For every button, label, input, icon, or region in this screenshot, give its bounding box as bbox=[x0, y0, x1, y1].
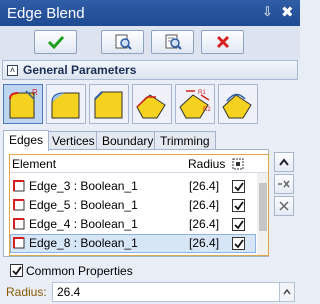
radius-input[interactable] bbox=[52, 282, 280, 302]
edge-icon bbox=[13, 199, 25, 211]
edge-icon bbox=[13, 180, 25, 192]
delete-icon bbox=[279, 201, 289, 211]
variable-radius-mode-button[interactable] bbox=[46, 84, 86, 124]
checkmark-icon bbox=[233, 219, 244, 229]
row-checkbox[interactable] bbox=[232, 180, 245, 193]
edges-panel: Element Radius Edge_3 : Boolean_1 [26.4] bbox=[3, 149, 269, 257]
setback-mode-button[interactable] bbox=[132, 84, 172, 124]
detail-preview-icon bbox=[165, 34, 182, 50]
distance-distance-mode-button[interactable]: R1 R2 bbox=[175, 84, 215, 124]
table-row[interactable]: Edge_3 : Boolean_1 [26.4] bbox=[10, 177, 256, 196]
remove-one-button[interactable] bbox=[274, 174, 294, 194]
conic-mode-button[interactable] bbox=[218, 84, 258, 124]
common-properties-row: Common Properties bbox=[8, 263, 208, 279]
radius-label: Radius: bbox=[6, 285, 47, 299]
chevron-up-icon bbox=[283, 289, 291, 295]
tab-boundary[interactable]: Boundary bbox=[96, 131, 160, 150]
tab-trimming[interactable]: Trimming bbox=[154, 131, 216, 150]
row-radius: [26.4] bbox=[189, 179, 220, 193]
row-radius: [26.4] bbox=[189, 236, 220, 250]
header-element: Element bbox=[12, 157, 57, 171]
common-properties-label: Common Properties bbox=[26, 264, 133, 278]
detail-preview-button[interactable] bbox=[151, 30, 194, 54]
remove-one-icon bbox=[278, 180, 290, 188]
table-row[interactable]: Edge_5 : Boolean_1 [26.4] bbox=[10, 196, 256, 215]
tab-vertices[interactable]: Vertices bbox=[46, 131, 101, 150]
cancel-icon bbox=[216, 35, 229, 49]
table-row-selected[interactable]: Edge_8 : Boolean_1 [26.4] bbox=[10, 234, 256, 253]
row-radius: [26.4] bbox=[189, 217, 220, 231]
row-checkbox[interactable] bbox=[232, 218, 245, 231]
ok-icon bbox=[47, 35, 64, 50]
table-row[interactable]: Edge_4 : Boolean_1 [26.4] bbox=[10, 215, 256, 234]
header-radius: Radius bbox=[188, 157, 226, 171]
row-element: Edge_3 : Boolean_1 bbox=[29, 179, 138, 193]
svg-text:R1: R1 bbox=[198, 90, 206, 96]
blend-mode-buttons: R R1 R2 bbox=[3, 84, 297, 124]
conic-icon bbox=[222, 93, 252, 119]
row-checkbox[interactable] bbox=[232, 237, 245, 250]
row-element: Edge_4 : Boolean_1 bbox=[29, 217, 138, 231]
tab-strip: Edges Vertices Boundary Trimming bbox=[3, 130, 273, 151]
chordal-mode-button[interactable] bbox=[89, 84, 129, 124]
edges-grid: Element Radius Edge_3 : Boolean_1 [26.4] bbox=[9, 154, 269, 256]
svg-text:R: R bbox=[32, 88, 38, 97]
title-bar: Edge Blend ⇩ ✖ bbox=[0, 0, 300, 26]
chevron-up-icon bbox=[279, 158, 289, 166]
row-radius: [26.4] bbox=[189, 198, 220, 212]
checkmark-icon bbox=[233, 238, 244, 248]
distance-distance-icon: R1 R2 bbox=[179, 90, 211, 119]
section-label: General Parameters bbox=[23, 63, 137, 77]
select-all-icon[interactable] bbox=[232, 158, 244, 170]
preview-button[interactable] bbox=[101, 30, 144, 54]
edge-icon bbox=[13, 218, 25, 230]
grid-scrollbar[interactable] bbox=[257, 173, 268, 255]
constant-radius-icon: R bbox=[9, 88, 38, 119]
close-icon[interactable]: ✖ bbox=[281, 3, 294, 21]
svg-text:R2: R2 bbox=[203, 107, 211, 113]
general-parameters-header[interactable]: ˄ General Parameters bbox=[2, 60, 298, 80]
toolbar bbox=[0, 26, 300, 60]
move-up-button[interactable] bbox=[274, 152, 294, 172]
window-title: Edge Blend bbox=[7, 4, 85, 22]
chordal-icon bbox=[94, 91, 123, 119]
tab-edges[interactable]: Edges bbox=[3, 130, 50, 151]
ok-button[interactable] bbox=[34, 30, 77, 54]
edge-icon bbox=[13, 237, 25, 249]
checkmark-icon bbox=[233, 200, 244, 210]
common-properties-checkbox[interactable] bbox=[10, 264, 23, 277]
scrollbar-thumb[interactable] bbox=[259, 183, 267, 231]
cancel-button[interactable] bbox=[201, 30, 244, 54]
collapse-icon[interactable]: ˄ bbox=[7, 64, 18, 76]
checkmark-icon bbox=[233, 181, 244, 191]
setback-icon bbox=[136, 94, 166, 119]
pin-icon[interactable]: ⇩ bbox=[262, 4, 273, 20]
checkmark-icon bbox=[11, 265, 22, 275]
preview-icon bbox=[115, 34, 132, 50]
constant-radius-mode-button[interactable]: R bbox=[3, 84, 43, 124]
radius-spinner[interactable] bbox=[280, 282, 295, 302]
variable-radius-icon bbox=[51, 92, 80, 119]
row-element: Edge_8 : Boolean_1 bbox=[29, 236, 138, 250]
radius-row: Radius: bbox=[3, 282, 297, 302]
row-element: Edge_5 : Boolean_1 bbox=[29, 198, 138, 212]
row-checkbox[interactable] bbox=[232, 199, 245, 212]
grid-header: Element Radius bbox=[10, 155, 268, 173]
remove-all-button[interactable] bbox=[274, 196, 294, 216]
